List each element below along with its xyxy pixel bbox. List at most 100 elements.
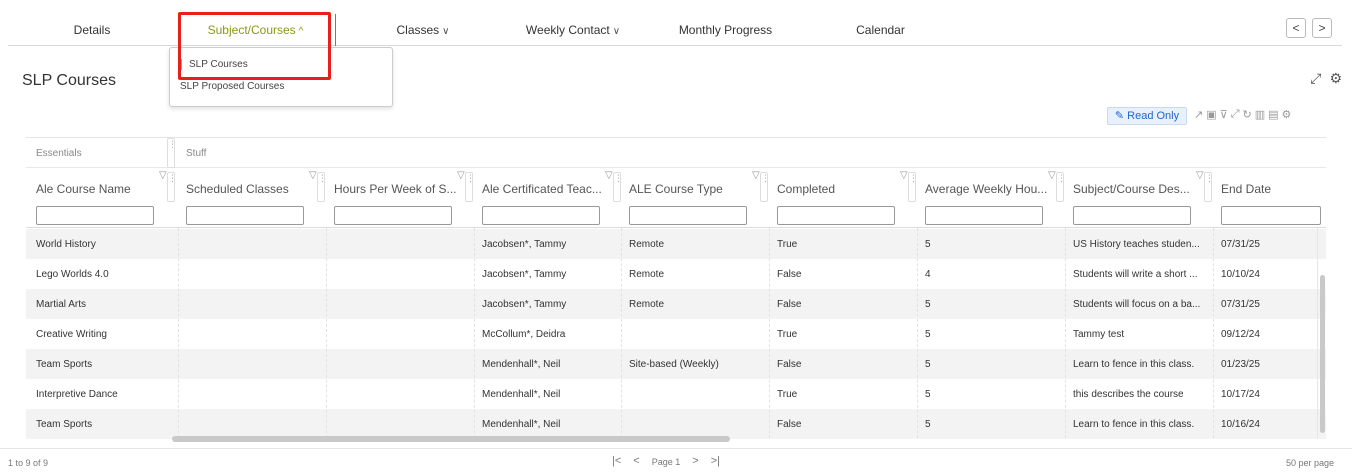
column-separator (474, 228, 475, 438)
horizontal-scrollbar[interactable] (172, 436, 730, 442)
export-icon[interactable]: ▤ (1268, 108, 1278, 121)
column-header[interactable]: Hours Per Week of S... (334, 182, 462, 196)
column-header[interactable]: ALE Course Type (629, 182, 757, 196)
column-resize-handle[interactable]: ⋮ (908, 172, 918, 202)
table-cell: 5 (925, 419, 931, 430)
dropdown-item-slp-courses[interactable]: SLP Courses (180, 59, 248, 70)
header-actions: ⤢ ⚙ (1310, 70, 1342, 87)
vertical-scrollbar[interactable] (1320, 275, 1325, 433)
column-resize-handle[interactable]: ⋮ (1204, 172, 1214, 202)
column-header[interactable]: Ale Certificated Teac... (482, 182, 610, 196)
table-row[interactable]: World History Jacobsen*, Tammy Remote True 5… (26, 229, 1326, 259)
column-filter-input[interactable] (186, 206, 304, 225)
column-group-stuff: Stuff (186, 148, 207, 159)
filter-icon[interactable]: ▽ (309, 170, 317, 181)
filter-icon[interactable]: ▽ (605, 170, 613, 181)
column-resize-handle[interactable]: ⋮ (317, 172, 327, 202)
table-row[interactable]: Team Sports Mendenhall*, Neil False 5 Learn … (26, 409, 1326, 439)
table-cell: Learn to fence in this class. (1073, 419, 1195, 430)
next-page-button[interactable]: > (692, 455, 698, 467)
column-header[interactable]: Scheduled Classes (186, 182, 314, 196)
tab-monthly-progress[interactable]: Monthly Progress (648, 14, 803, 46)
filter-icon[interactable]: ▽ (1048, 170, 1056, 181)
table-cell: 10/10/24 (1221, 269, 1260, 280)
table-cell: Lego Worlds 4.0 (36, 269, 109, 280)
column-resize-handle[interactable]: ⋮ (613, 172, 623, 202)
table-cell: 10/17/24 (1221, 389, 1260, 400)
table-cell: 5 (925, 239, 931, 250)
filter-icon[interactable]: ▽ (900, 170, 908, 181)
dropdown-item-slp-proposed-courses[interactable]: SLP Proposed Courses (180, 81, 284, 92)
table-cell: Jacobsen*, Tammy (482, 239, 567, 250)
column-resize-handle[interactable]: ⋮ (167, 172, 177, 202)
table-cell: 5 (925, 299, 931, 310)
table-cell: Site-based (Weekly) (629, 359, 719, 370)
tab-calendar[interactable]: Calendar (803, 14, 958, 46)
column-filter-input[interactable] (925, 206, 1043, 225)
table-cell: Learn to fence in this class. (1073, 359, 1195, 370)
tab-scroll-left-button[interactable]: < (1286, 18, 1306, 38)
expand-icon[interactable]: ⤢ (1310, 70, 1321, 87)
column-header[interactable]: Average Weekly Hou... (925, 182, 1053, 196)
column-header[interactable]: Completed (777, 182, 905, 196)
tab-scroll-right-button[interactable]: > (1312, 18, 1332, 38)
refresh-icon[interactable]: ↻ (1243, 108, 1252, 121)
table-cell: 07/31/25 (1221, 239, 1260, 250)
tab-weekly-contact[interactable]: Weekly Contact ∨ (498, 14, 648, 46)
columns-icon[interactable]: ▥ (1255, 108, 1265, 121)
table-cell: Team Sports (36, 359, 93, 370)
filter-icon[interactable]: ▽ (1196, 170, 1204, 181)
table-cell: 5 (925, 329, 931, 340)
save-icon[interactable]: ▣ (1206, 108, 1216, 121)
table-row[interactable]: Team Sports Mendenhall*, Neil Site-based (… (26, 349, 1326, 379)
column-filter-input[interactable] (1221, 206, 1321, 225)
column-filter-input[interactable] (482, 206, 600, 225)
table-row[interactable]: Martial Arts Jacobsen*, Tammy Remote False 5… (26, 289, 1326, 319)
expand-icon[interactable]: ⤢ (1231, 108, 1240, 121)
table-cell: World History (36, 239, 96, 250)
chevron-down-icon: ∨ (612, 26, 621, 37)
courses-grid: Essentials ⋮ Stuff Ale Course Name ▽ ⋮ Sche… (26, 137, 1326, 447)
column-separator (769, 228, 770, 438)
filter-clear-icon[interactable]: ⊽ (1220, 108, 1228, 121)
filter-icon[interactable]: ▽ (457, 170, 465, 181)
column-filter-input[interactable] (1073, 206, 1191, 225)
tab-classes[interactable]: Classes ∨ (348, 14, 498, 46)
page-title: SLP Courses (22, 72, 116, 89)
tab-details[interactable]: Details (8, 14, 176, 46)
first-page-button[interactable]: |< (612, 455, 621, 467)
column-resize-handle[interactable]: ⋮ (167, 138, 177, 168)
table-cell: True (777, 239, 798, 250)
read-only-label: Read Only (1127, 110, 1180, 122)
table-cell: Jacobsen*, Tammy (482, 299, 567, 310)
column-filter-input[interactable] (334, 206, 452, 225)
table-cell: 5 (925, 359, 931, 370)
row-count: 1 to 9 of 9 (8, 458, 49, 468)
column-filter-input[interactable] (629, 206, 747, 225)
column-header[interactable]: Ale Course Name (36, 182, 164, 196)
gear-icon[interactable]: ⚙ (1329, 70, 1342, 87)
tab-subject-courses[interactable]: Subject/Courses ^ (176, 14, 336, 46)
prev-page-button[interactable]: < (633, 455, 639, 467)
column-resize-handle[interactable]: ⋮ (465, 172, 475, 202)
table-row[interactable]: Creative Writing McCollum*, Deidra True 5 Ta… (26, 319, 1326, 349)
filter-icon[interactable]: ▽ (752, 170, 760, 181)
table-cell: Mendenhall*, Neil (482, 359, 561, 370)
gear-icon[interactable]: ⚙ (1282, 108, 1292, 121)
read-only-button[interactable]: ✎ Read Only (1107, 107, 1187, 125)
filter-icon[interactable]: ▽ (159, 170, 167, 181)
page: Details Subject/Courses ^ Classes ∨ Weekly… (0, 0, 1352, 472)
top-nav: Details Subject/Courses ^ Classes ∨ Weekly… (8, 14, 1342, 46)
column-filter-input[interactable] (36, 206, 154, 225)
column-filter-input[interactable] (777, 206, 895, 225)
column-header[interactable]: Subject/Course Des... (1073, 182, 1201, 196)
share-icon[interactable]: ↗ (1194, 108, 1203, 121)
column-resize-handle[interactable]: ⋮ (1056, 172, 1066, 202)
table-row[interactable]: Interpretive Dance Mendenhall*, Neil True 5… (26, 379, 1326, 409)
tab-scroll-arrows: < > (1286, 18, 1332, 38)
column-resize-handle[interactable]: ⋮ (760, 172, 770, 202)
last-page-button[interactable]: >| (711, 455, 720, 467)
table-row[interactable]: Lego Worlds 4.0 Jacobsen*, Tammy Remote Fal… (26, 259, 1326, 289)
table-cell: False (777, 419, 802, 430)
column-header[interactable]: End Date (1221, 182, 1311, 196)
